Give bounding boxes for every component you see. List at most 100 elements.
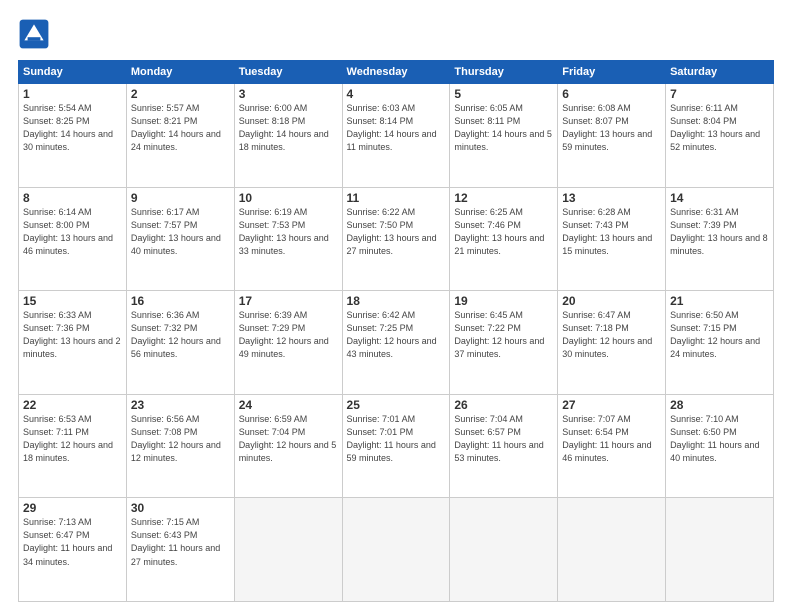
calendar-cell (558, 498, 666, 602)
day-info: Sunrise: 6:53 AMSunset: 7:11 PMDaylight:… (23, 413, 122, 465)
header-friday: Friday (558, 61, 666, 84)
day-info: Sunrise: 5:54 AMSunset: 8:25 PMDaylight:… (23, 102, 122, 154)
page: Sunday Monday Tuesday Wednesday Thursday… (0, 0, 792, 612)
calendar-table: Sunday Monday Tuesday Wednesday Thursday… (18, 60, 774, 602)
day-number: 2 (131, 87, 230, 101)
day-number: 22 (23, 398, 122, 412)
logo (18, 18, 54, 50)
header-monday: Monday (126, 61, 234, 84)
header-saturday: Saturday (666, 61, 774, 84)
day-number: 25 (347, 398, 446, 412)
day-info: Sunrise: 6:19 AMSunset: 7:53 PMDaylight:… (239, 206, 338, 258)
calendar-cell: 18Sunrise: 6:42 AMSunset: 7:25 PMDayligh… (342, 291, 450, 395)
calendar-cell (342, 498, 450, 602)
calendar-cell: 28Sunrise: 7:10 AMSunset: 6:50 PMDayligh… (666, 394, 774, 498)
day-number: 6 (562, 87, 661, 101)
day-info: Sunrise: 6:25 AMSunset: 7:46 PMDaylight:… (454, 206, 553, 258)
calendar-cell: 1Sunrise: 5:54 AMSunset: 8:25 PMDaylight… (19, 84, 127, 188)
day-info: Sunrise: 6:42 AMSunset: 7:25 PMDaylight:… (347, 309, 446, 361)
day-number: 7 (670, 87, 769, 101)
day-info: Sunrise: 6:31 AMSunset: 7:39 PMDaylight:… (670, 206, 769, 258)
calendar-cell: 14Sunrise: 6:31 AMSunset: 7:39 PMDayligh… (666, 187, 774, 291)
day-info: Sunrise: 6:08 AMSunset: 8:07 PMDaylight:… (562, 102, 661, 154)
day-number: 3 (239, 87, 338, 101)
calendar-cell: 19Sunrise: 6:45 AMSunset: 7:22 PMDayligh… (450, 291, 558, 395)
calendar-row-4: 22Sunrise: 6:53 AMSunset: 7:11 PMDayligh… (19, 394, 774, 498)
calendar-cell: 30Sunrise: 7:15 AMSunset: 6:43 PMDayligh… (126, 498, 234, 602)
calendar-cell (450, 498, 558, 602)
day-number: 23 (131, 398, 230, 412)
calendar-cell: 9Sunrise: 6:17 AMSunset: 7:57 PMDaylight… (126, 187, 234, 291)
calendar-cell: 24Sunrise: 6:59 AMSunset: 7:04 PMDayligh… (234, 394, 342, 498)
day-info: Sunrise: 6:33 AMSunset: 7:36 PMDaylight:… (23, 309, 122, 361)
day-number: 24 (239, 398, 338, 412)
calendar-cell: 8Sunrise: 6:14 AMSunset: 8:00 PMDaylight… (19, 187, 127, 291)
day-info: Sunrise: 7:07 AMSunset: 6:54 PMDaylight:… (562, 413, 661, 465)
day-info: Sunrise: 6:45 AMSunset: 7:22 PMDaylight:… (454, 309, 553, 361)
day-info: Sunrise: 7:04 AMSunset: 6:57 PMDaylight:… (454, 413, 553, 465)
header (18, 18, 774, 50)
day-info: Sunrise: 6:00 AMSunset: 8:18 PMDaylight:… (239, 102, 338, 154)
calendar-row-5: 29Sunrise: 7:13 AMSunset: 6:47 PMDayligh… (19, 498, 774, 602)
day-info: Sunrise: 6:22 AMSunset: 7:50 PMDaylight:… (347, 206, 446, 258)
calendar-cell: 15Sunrise: 6:33 AMSunset: 7:36 PMDayligh… (19, 291, 127, 395)
calendar-cell: 25Sunrise: 7:01 AMSunset: 7:01 PMDayligh… (342, 394, 450, 498)
day-number: 9 (131, 191, 230, 205)
header-wednesday: Wednesday (342, 61, 450, 84)
day-number: 4 (347, 87, 446, 101)
day-number: 30 (131, 501, 230, 515)
day-number: 13 (562, 191, 661, 205)
day-info: Sunrise: 7:15 AMSunset: 6:43 PMDaylight:… (131, 516, 230, 568)
logo-icon (18, 18, 50, 50)
day-info: Sunrise: 6:03 AMSunset: 8:14 PMDaylight:… (347, 102, 446, 154)
day-info: Sunrise: 6:17 AMSunset: 7:57 PMDaylight:… (131, 206, 230, 258)
day-number: 12 (454, 191, 553, 205)
day-number: 18 (347, 294, 446, 308)
day-number: 20 (562, 294, 661, 308)
day-number: 8 (23, 191, 122, 205)
header-thursday: Thursday (450, 61, 558, 84)
calendar-cell: 2Sunrise: 5:57 AMSunset: 8:21 PMDaylight… (126, 84, 234, 188)
calendar-cell: 16Sunrise: 6:36 AMSunset: 7:32 PMDayligh… (126, 291, 234, 395)
day-number: 5 (454, 87, 553, 101)
calendar-cell: 6Sunrise: 6:08 AMSunset: 8:07 PMDaylight… (558, 84, 666, 188)
weekday-header-row: Sunday Monday Tuesday Wednesday Thursday… (19, 61, 774, 84)
day-number: 11 (347, 191, 446, 205)
calendar-cell: 23Sunrise: 6:56 AMSunset: 7:08 PMDayligh… (126, 394, 234, 498)
day-number: 26 (454, 398, 553, 412)
day-info: Sunrise: 6:14 AMSunset: 8:00 PMDaylight:… (23, 206, 122, 258)
calendar-cell: 5Sunrise: 6:05 AMSunset: 8:11 PMDaylight… (450, 84, 558, 188)
calendar-cell: 27Sunrise: 7:07 AMSunset: 6:54 PMDayligh… (558, 394, 666, 498)
day-number: 17 (239, 294, 338, 308)
day-number: 1 (23, 87, 122, 101)
day-info: Sunrise: 6:11 AMSunset: 8:04 PMDaylight:… (670, 102, 769, 154)
day-info: Sunrise: 6:39 AMSunset: 7:29 PMDaylight:… (239, 309, 338, 361)
header-sunday: Sunday (19, 61, 127, 84)
calendar-row-1: 1Sunrise: 5:54 AMSunset: 8:25 PMDaylight… (19, 84, 774, 188)
calendar-cell: 29Sunrise: 7:13 AMSunset: 6:47 PMDayligh… (19, 498, 127, 602)
calendar-cell: 7Sunrise: 6:11 AMSunset: 8:04 PMDaylight… (666, 84, 774, 188)
day-info: Sunrise: 6:59 AMSunset: 7:04 PMDaylight:… (239, 413, 338, 465)
day-number: 19 (454, 294, 553, 308)
calendar-cell (666, 498, 774, 602)
calendar-row-2: 8Sunrise: 6:14 AMSunset: 8:00 PMDaylight… (19, 187, 774, 291)
day-info: Sunrise: 6:28 AMSunset: 7:43 PMDaylight:… (562, 206, 661, 258)
calendar-cell: 13Sunrise: 6:28 AMSunset: 7:43 PMDayligh… (558, 187, 666, 291)
day-number: 29 (23, 501, 122, 515)
calendar-cell: 26Sunrise: 7:04 AMSunset: 6:57 PMDayligh… (450, 394, 558, 498)
day-number: 28 (670, 398, 769, 412)
calendar-cell: 3Sunrise: 6:00 AMSunset: 8:18 PMDaylight… (234, 84, 342, 188)
calendar-cell: 4Sunrise: 6:03 AMSunset: 8:14 PMDaylight… (342, 84, 450, 188)
day-info: Sunrise: 7:10 AMSunset: 6:50 PMDaylight:… (670, 413, 769, 465)
day-number: 15 (23, 294, 122, 308)
day-info: Sunrise: 6:05 AMSunset: 8:11 PMDaylight:… (454, 102, 553, 154)
calendar-cell: 10Sunrise: 6:19 AMSunset: 7:53 PMDayligh… (234, 187, 342, 291)
day-number: 27 (562, 398, 661, 412)
day-info: Sunrise: 7:01 AMSunset: 7:01 PMDaylight:… (347, 413, 446, 465)
day-info: Sunrise: 6:50 AMSunset: 7:15 PMDaylight:… (670, 309, 769, 361)
calendar-cell: 17Sunrise: 6:39 AMSunset: 7:29 PMDayligh… (234, 291, 342, 395)
day-info: Sunrise: 6:56 AMSunset: 7:08 PMDaylight:… (131, 413, 230, 465)
calendar-cell (234, 498, 342, 602)
day-number: 14 (670, 191, 769, 205)
day-number: 21 (670, 294, 769, 308)
